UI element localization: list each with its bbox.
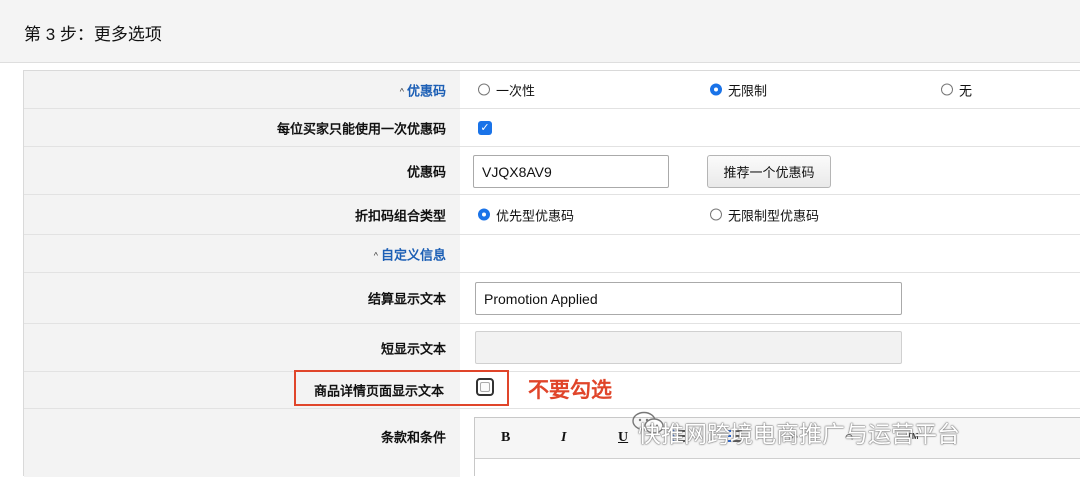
- one-per-buyer-label: 每位买家只能使用一次优惠码: [276, 121, 446, 136]
- detail-page-text-checkbox[interactable]: [476, 378, 494, 396]
- short-text-input[interactable]: [475, 331, 902, 364]
- radio-unlimited[interactable]: 无限制: [710, 80, 767, 99]
- custom-info-row: ^ 自定义信息: [24, 235, 1080, 273]
- suggest-code-button[interactable]: 推荐一个优惠码: [707, 155, 831, 188]
- code-value-label: 优惠码: [406, 164, 446, 179]
- underline-button[interactable]: U: [618, 430, 628, 446]
- terms-label: 条款和条件: [380, 430, 446, 445]
- custom-info-toggle[interactable]: ^ 自定义信息: [374, 244, 446, 263]
- coupon-code-input[interactable]: VJQX8AV9: [473, 155, 669, 188]
- step-title: 第 3 步：更多选项: [24, 25, 162, 44]
- bold-button[interactable]: B: [501, 430, 510, 446]
- radio-priority-code[interactable]: 优先型优惠码: [478, 205, 574, 224]
- combo-type-row: 折扣码组合类型 优先型优惠码 无限制型优惠码: [24, 195, 1080, 235]
- one-per-buyer-row: 每位买家只能使用一次优惠码 ✓: [24, 109, 1080, 147]
- short-text-row: 短显示文本: [24, 324, 1080, 372]
- checkout-text-row: 结算显示文本 Promotion Applied: [24, 273, 1080, 324]
- coupon-type-toggle[interactable]: ^ 优惠码: [400, 80, 446, 99]
- custom-info-label: 自定义信息: [380, 247, 446, 262]
- coupon-type-label: 优惠码: [406, 83, 446, 98]
- short-text-label: 短显示文本: [380, 341, 446, 356]
- annotation-text: 不要勾选: [528, 379, 612, 402]
- checkout-text-input[interactable]: Promotion Applied: [475, 282, 902, 315]
- radio-unlimited-code[interactable]: 无限制型优惠码: [710, 205, 819, 224]
- coupon-type-row: ^ 优惠码 一次性 无限制 无: [24, 71, 1080, 109]
- step-header: 第 3 步：更多选项: [0, 0, 1080, 63]
- watermark-text: 快推网跨境电商推广与运营平台: [638, 421, 960, 447]
- radio-none[interactable]: 无: [941, 80, 972, 99]
- chevron-up-icon: ^: [399, 86, 404, 96]
- coupon-type-label-cell: ^ 优惠码: [24, 71, 460, 108]
- code-value-row: 优惠码 VJQX8AV9 推荐一个优惠码: [24, 147, 1080, 195]
- combo-type-label: 折扣码组合类型: [354, 208, 446, 223]
- checkout-text-label: 结算显示文本: [367, 291, 446, 307]
- italic-button[interactable]: I: [561, 430, 566, 446]
- radio-one-time[interactable]: 一次性: [478, 80, 535, 99]
- one-per-buyer-checkbox[interactable]: ✓: [478, 120, 492, 135]
- chevron-up-icon: ^: [373, 250, 378, 260]
